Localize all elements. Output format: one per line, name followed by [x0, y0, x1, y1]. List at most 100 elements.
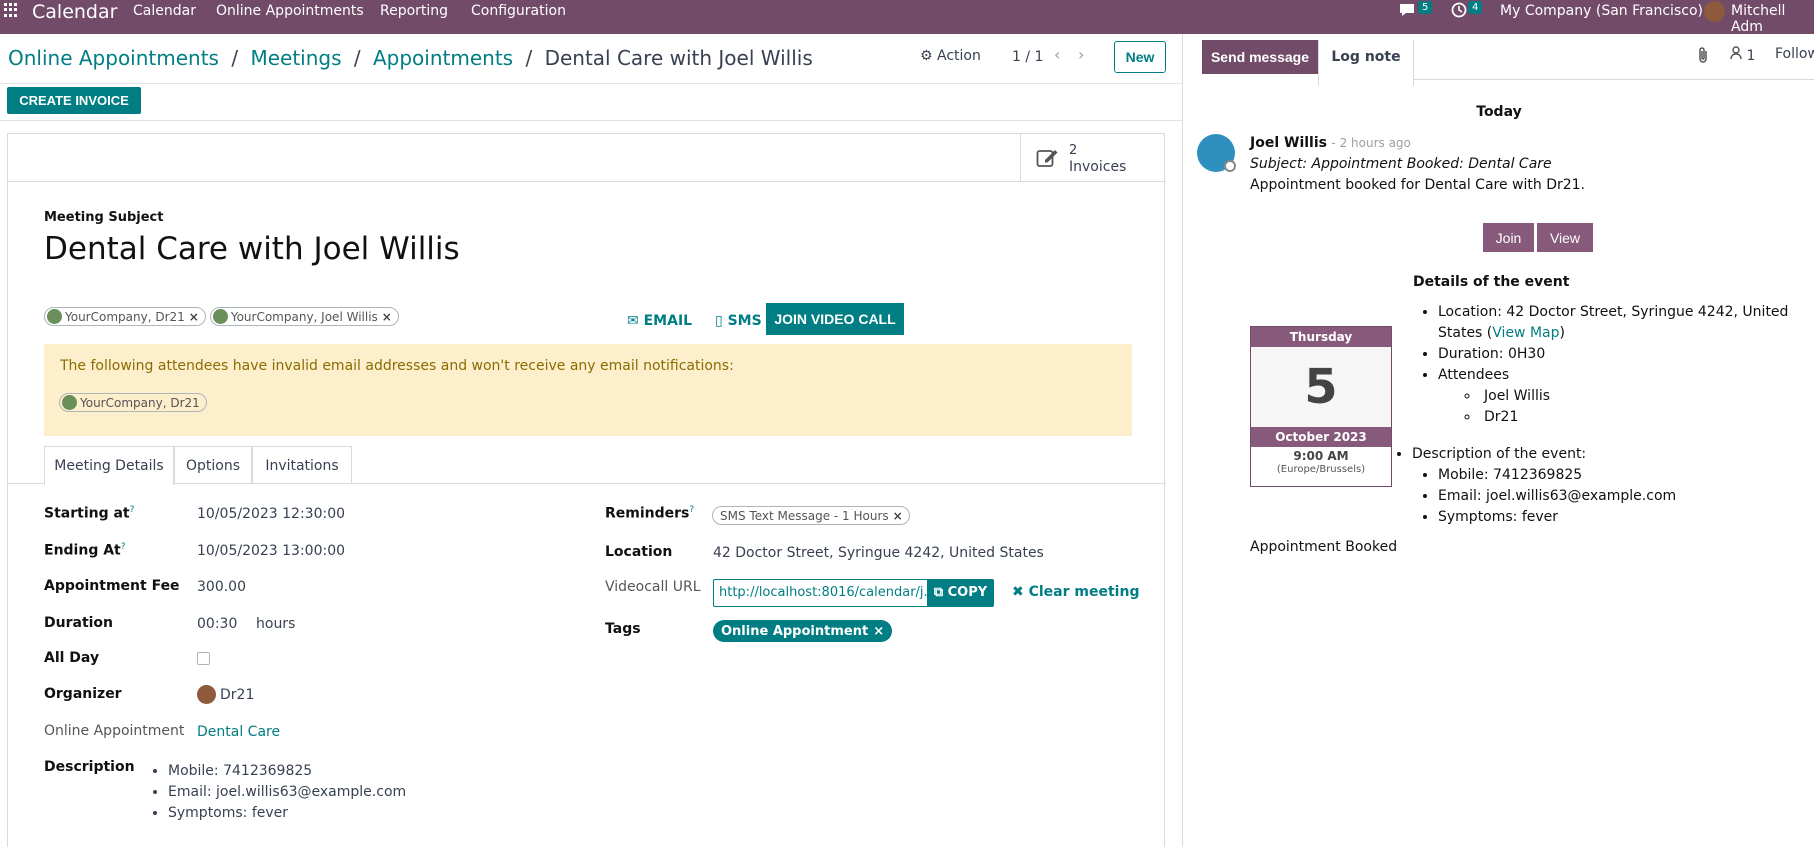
breadcrumb-separator: / — [353, 46, 361, 70]
menu-online-appointments[interactable]: Online Appointments — [216, 3, 364, 19]
paperclip-icon[interactable] — [1696, 46, 1710, 68]
reminders-label: Reminders? — [605, 505, 695, 522]
apps-menu-icon[interactable] — [4, 3, 18, 17]
event-description: Description of the event: Mobile: 741236… — [1412, 444, 1676, 528]
reminder-text: SMS Text Message - 1 Hours — [720, 508, 889, 523]
view-button[interactable]: View — [1537, 223, 1593, 252]
copy-button[interactable]: ⧉ COPY — [927, 579, 994, 607]
tag-online-appointment[interactable]: Online Appointment × — [713, 620, 893, 642]
breadcrumb-online-appointments[interactable]: Online Appointments — [8, 46, 219, 70]
company-switcher[interactable]: My Company (San Francisco) — [1500, 3, 1703, 19]
attendee-name: YourCompany, Dr21 — [80, 395, 200, 410]
copy-icon: ⧉ — [933, 585, 944, 600]
action-menu-button[interactable]: ⚙ Action — [920, 48, 981, 64]
warning-attendee-tag[interactable]: YourCompany, Dr21 — [59, 393, 207, 412]
details-title: Details of the event — [1413, 274, 1570, 290]
tab-invitations[interactable]: Invitations — [252, 446, 352, 484]
remove-tag-icon[interactable]: × — [873, 624, 884, 639]
location-field[interactable]: 42 Doctor Street, Syringue 4242, United … — [713, 545, 1044, 561]
description-field[interactable]: Mobile: 7412369825 Email: joel.willis63@… — [168, 761, 406, 824]
divider — [0, 83, 1182, 84]
message-body: Appointment booked for Dental Care with … — [1250, 177, 1586, 193]
user-menu[interactable]: Mitchell Adm — [1731, 3, 1814, 35]
calendar-weekday: Thursday — [1251, 327, 1391, 347]
remove-tag-icon[interactable]: × — [382, 310, 392, 324]
ending-field[interactable]: 10/05/2023 13:00:00 — [197, 543, 345, 559]
followers-count: 1 — [1746, 48, 1756, 64]
tab-options[interactable]: Options — [174, 446, 252, 484]
messages-icon[interactable] — [1398, 2, 1416, 22]
event-location-text: Location: 42 Doctor Street, Syringue 424… — [1438, 304, 1789, 341]
copy-label: COPY — [947, 585, 988, 600]
sms-button[interactable]: ▯ SMS — [715, 313, 762, 329]
send-message-button[interactable]: Send message — [1202, 40, 1318, 74]
chatter-divider — [1414, 79, 1814, 80]
menu-configuration[interactable]: Configuration — [471, 3, 566, 19]
message-footer: Appointment Booked — [1250, 539, 1398, 555]
clear-meeting-label: Clear meeting — [1028, 584, 1140, 600]
description-item: Symptoms: fever — [168, 803, 406, 824]
subject-field[interactable]: Dental Care with Joel Willis — [44, 231, 460, 267]
join-button[interactable]: Join — [1483, 223, 1534, 252]
subject-label: Meeting Subject — [44, 210, 164, 225]
date-separator: Today — [1476, 104, 1522, 120]
duration-unit: hours — [256, 616, 296, 632]
description-item: Email: joel.willis63@example.com — [168, 782, 406, 803]
help-icon[interactable]: ? — [689, 505, 694, 515]
starting-field[interactable]: 10/05/2023 12:30:00 — [197, 506, 345, 522]
fee-field[interactable]: 300.00 — [197, 579, 246, 595]
organizer-field[interactable]: Dr21 — [197, 685, 254, 704]
breadcrumb-separator: / — [525, 46, 533, 70]
menu-reporting[interactable]: Reporting — [380, 3, 448, 19]
invoices-smart-button[interactable]: 2 Invoices — [1020, 134, 1166, 181]
remove-tag-icon[interactable]: × — [893, 509, 903, 523]
tab-meeting-details[interactable]: Meeting Details — [44, 446, 174, 485]
duration-field[interactable]: 00:30 — [197, 616, 237, 632]
user-avatar[interactable] — [1704, 1, 1725, 22]
sms-label: SMS — [727, 313, 762, 329]
pager-prev-icon[interactable]: ‹ — [1054, 45, 1060, 64]
description-label: Description — [44, 759, 135, 775]
description-list: Mobile: 7412369825 Email: joel.willis63@… — [1438, 465, 1676, 528]
form-sheet: 2 Invoices Meeting Subject Dental Care w… — [7, 133, 1166, 847]
description-item: Mobile: 7412369825 — [1438, 465, 1676, 486]
messages-badge: 5 — [1418, 1, 1433, 14]
view-map-link[interactable]: View Map — [1492, 325, 1559, 341]
videocall-url-field[interactable]: http://localhost:8016/calendar/j... — [713, 579, 934, 607]
invoices-count: 2 — [1069, 143, 1078, 158]
clear-meeting-button[interactable]: ✖ Clear meeting — [1012, 584, 1139, 600]
remove-tag-icon[interactable]: × — [189, 310, 199, 324]
activities-badge: 4 — [1468, 1, 1483, 14]
pager-value[interactable]: 1 / 1 — [1012, 49, 1043, 65]
email-button[interactable]: ✉ EMAIL — [627, 313, 692, 329]
duration-label: Duration — [44, 615, 114, 631]
pager-next-icon[interactable]: › — [1078, 45, 1084, 64]
allday-checkbox[interactable] — [197, 652, 210, 665]
mobile-icon: ▯ — [715, 313, 723, 329]
help-icon[interactable]: ? — [130, 505, 135, 515]
followers-button[interactable]: 1 — [1730, 46, 1755, 64]
attendee-tag: YourCompany, Dr21 × — [44, 307, 206, 326]
attendees-field[interactable]: YourCompany, Dr21 × YourCompany, Joel Wil… — [44, 307, 399, 326]
description-item: Email: joel.willis63@example.com — [1438, 486, 1676, 507]
create-invoice-button[interactable]: CREATE INVOICE — [7, 87, 141, 114]
menu-calendar[interactable]: Calendar — [133, 3, 196, 19]
calendar-day: 5 — [1251, 347, 1391, 427]
invoices-label: Invoices — [1069, 159, 1127, 175]
log-note-button[interactable]: Log note — [1318, 40, 1414, 86]
breadcrumb-appointments[interactable]: Appointments — [373, 46, 513, 70]
breadcrumb-meetings[interactable]: Meetings — [250, 46, 341, 70]
tag-label: Online Appointment — [721, 623, 869, 639]
new-button[interactable]: New — [1114, 41, 1166, 73]
help-icon[interactable]: ? — [121, 542, 126, 552]
follow-button[interactable]: Follow — [1775, 46, 1814, 62]
online-appointment-link[interactable]: Dental Care — [197, 724, 280, 740]
button-box-divider — [8, 181, 1166, 182]
app-brand[interactable]: Calendar — [32, 1, 117, 23]
avatar — [197, 685, 216, 704]
author-name[interactable]: Joel Willis — [1250, 135, 1327, 151]
join-video-call-button[interactable]: JOIN VIDEO CALL — [766, 303, 904, 335]
reminder-tag[interactable]: SMS Text Message - 1 Hours × — [712, 506, 910, 525]
activities-icon[interactable] — [1451, 2, 1467, 22]
videocall-label: Videocall URL — [605, 579, 701, 595]
